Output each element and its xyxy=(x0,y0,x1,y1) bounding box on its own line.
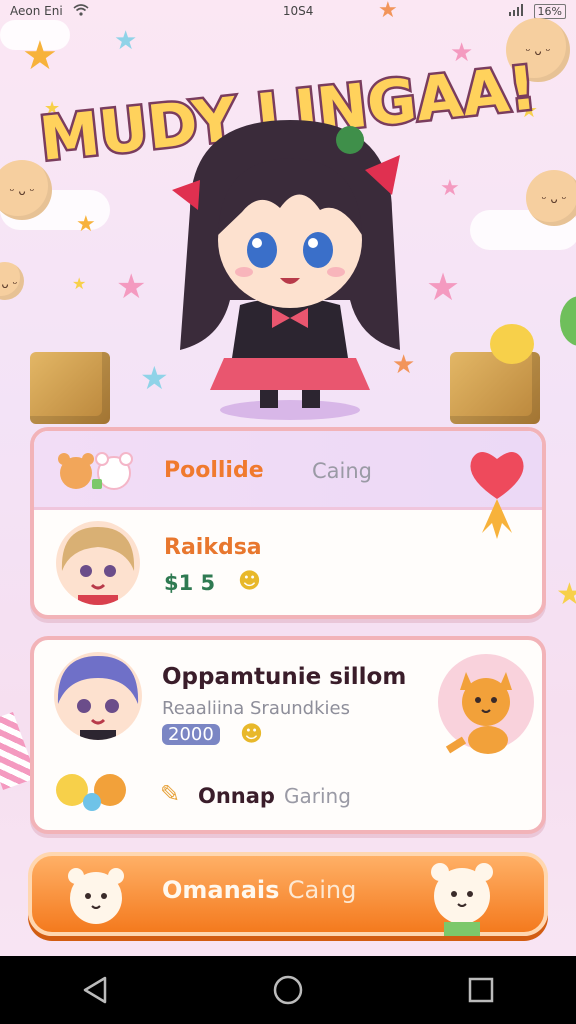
card1-header-label: Poollide xyxy=(164,458,264,483)
card1-item-label: Raikdsa xyxy=(164,535,262,560)
star-icon: ★ xyxy=(76,212,96,237)
gift-box-decoration xyxy=(30,352,110,424)
battery-indicator: 16% xyxy=(533,3,566,19)
bear-mascot-icon xyxy=(68,868,124,924)
recent-apps-icon[interactable] xyxy=(467,976,495,1004)
signal-icon xyxy=(508,3,524,19)
bear-face-decoration xyxy=(0,262,24,300)
star-icon: ★ xyxy=(426,265,461,309)
gift-box-decoration xyxy=(450,352,540,424)
play-button[interactable]: Omanais Caing xyxy=(28,852,548,936)
card2-footer-row[interactable]: ✎ Onnap Garing xyxy=(34,760,542,830)
card2-footer-label: Onnap xyxy=(198,784,275,808)
carrier-label: Aeon Eni xyxy=(10,4,63,18)
card2-title: Oppamtunie sillom xyxy=(162,664,407,690)
bear-mascot-icon xyxy=(431,863,493,936)
avatar xyxy=(56,521,140,605)
fox-mascot-icon xyxy=(438,654,534,754)
bear-face-decoration xyxy=(526,170,576,226)
wifi-icon xyxy=(73,3,89,19)
game-card-1[interactable]: Poollide Caing Raikdsa $1 5 ☻ xyxy=(30,427,546,619)
star-icon: ★ xyxy=(440,176,460,201)
star-icon: ★ xyxy=(378,0,398,23)
animal-friends-icon xyxy=(56,774,126,811)
heart-balloon-icon xyxy=(462,443,532,547)
clock: 10S4 xyxy=(282,4,314,18)
character-illustration xyxy=(160,100,420,420)
card2-score-badge: 2000 xyxy=(162,724,220,745)
back-icon[interactable] xyxy=(81,975,109,1005)
star-icon: ★ xyxy=(556,577,576,612)
star-icon: ★ xyxy=(72,274,87,293)
card2-footer-sub: Garing xyxy=(284,784,351,808)
bear-toy-decoration xyxy=(490,324,534,364)
leaf-decoration xyxy=(560,296,576,346)
avatar xyxy=(54,652,142,740)
card1-item-score: $1 5 xyxy=(164,571,216,595)
card1-header-sub: Caing xyxy=(312,459,373,483)
star-icon: ★ xyxy=(116,267,147,307)
system-nav-bar xyxy=(0,956,576,1024)
smiley-icon: ☻ xyxy=(240,722,263,747)
play-button-label: Omanais Caing xyxy=(162,876,356,904)
smiley-icon: ☻ xyxy=(238,569,261,594)
card2-subtitle: Reaaliina Sraundkies xyxy=(162,698,350,719)
pencil-icon: ✎ xyxy=(160,780,181,808)
animal-friends-icon xyxy=(58,452,133,490)
home-icon[interactable] xyxy=(272,974,304,1006)
status-bar: Aeon Eni 10S4 16% xyxy=(0,0,576,22)
game-card-2[interactable]: Oppamtunie sillom Reaaliina Sraundkies 2… xyxy=(30,636,546,834)
play-button-main-label: Omanais xyxy=(162,876,280,904)
play-button-sub-label: Caing xyxy=(287,876,357,904)
